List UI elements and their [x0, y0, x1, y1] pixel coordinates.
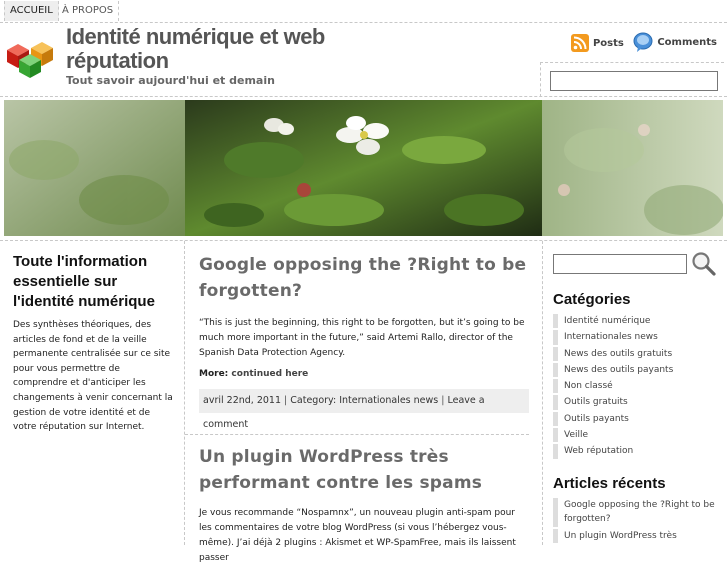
- recent-post-item[interactable]: Google opposing the ?Right to be forgott…: [553, 498, 718, 527]
- sidebar-search-input[interactable]: [553, 254, 687, 274]
- nav-item-accueil[interactable]: ACCUEIL: [4, 1, 59, 21]
- rss-icon: [570, 34, 589, 52]
- category-item[interactable]: Outils payants: [553, 411, 718, 427]
- header-divider: [0, 96, 727, 97]
- intro-title: Toute l'information essentielle sur l'id…: [13, 253, 155, 310]
- category-item[interactable]: Veille: [553, 428, 718, 443]
- posts-feed-link[interactable]: Posts: [570, 34, 624, 52]
- categories-heading: Catégories: [553, 291, 631, 308]
- category-item[interactable]: Internationales news: [553, 330, 718, 345]
- site-tagline: Tout savoir aujourd'hui et demain: [66, 74, 275, 87]
- read-more: More: continued here: [199, 369, 529, 379]
- comment-bubble-icon: [633, 32, 653, 52]
- post-title[interactable]: Un plugin WordPress très performant cont…: [199, 444, 529, 496]
- category-item[interactable]: Web réputation: [553, 444, 718, 459]
- category-item[interactable]: Non classé: [553, 379, 718, 394]
- comments-feed-link[interactable]: Comments: [633, 32, 717, 52]
- continued-here-link[interactable]: continued here: [231, 369, 308, 379]
- intro-text: Des synthèses théoriques, des articles d…: [13, 320, 173, 433]
- posts-feed-label: Posts: [592, 37, 624, 49]
- recent-posts-list: Google opposing the ?Right to be forgott…: [553, 498, 718, 545]
- post-entry: Google opposing the ?Right to be forgott…: [199, 252, 529, 430]
- post-divider: [185, 434, 529, 435]
- nav-item-a-propos[interactable]: À PROPOS: [57, 1, 120, 21]
- header-banner-image: [4, 100, 723, 236]
- post-entry: Un plugin WordPress très performant cont…: [199, 444, 529, 566]
- recent-posts-heading: Articles récents: [553, 475, 666, 492]
- category-item[interactable]: News des outils gratuits: [553, 346, 718, 361]
- sidebar: Catégories Identité numérique Internatio…: [542, 241, 724, 545]
- top-nav: ACCUEIL À PROPOS: [0, 0, 727, 23]
- post-meta: avril 22nd, 2011 | Category: Internation…: [199, 389, 529, 430]
- site-logo[interactable]: [4, 36, 56, 80]
- post-category-label: Category:: [290, 395, 337, 406]
- feed-links: Posts Comments: [565, 32, 717, 55]
- category-item[interactable]: News des outils payants: [553, 362, 718, 378]
- site-title[interactable]: Identité numérique et web réputation: [66, 25, 386, 73]
- category-item[interactable]: Outils gratuits: [553, 395, 718, 410]
- post-excerpt: Je vous recommande “Nospamnx”, un nouvea…: [199, 508, 516, 563]
- comments-feed-label: Comments: [657, 36, 717, 48]
- recent-post-item[interactable]: Un plugin WordPress très: [553, 528, 718, 543]
- more-label: More:: [199, 369, 229, 379]
- category-item[interactable]: Identité numérique: [553, 314, 718, 329]
- header-search-input[interactable]: [550, 71, 718, 91]
- intro-column: Toute l'information essentielle sur l'id…: [4, 241, 185, 545]
- post-date: avril 22nd, 2011: [203, 395, 282, 406]
- categories-list: Identité numérique Internationales news …: [553, 314, 718, 461]
- header-search-area: [540, 62, 724, 97]
- post-category-link[interactable]: Internationales news: [339, 395, 438, 406]
- post-excerpt: “This is just the beginning, this right …: [199, 318, 525, 358]
- magnifier-icon[interactable]: [691, 251, 717, 277]
- post-title[interactable]: Google opposing the ?Right to be forgott…: [199, 252, 529, 304]
